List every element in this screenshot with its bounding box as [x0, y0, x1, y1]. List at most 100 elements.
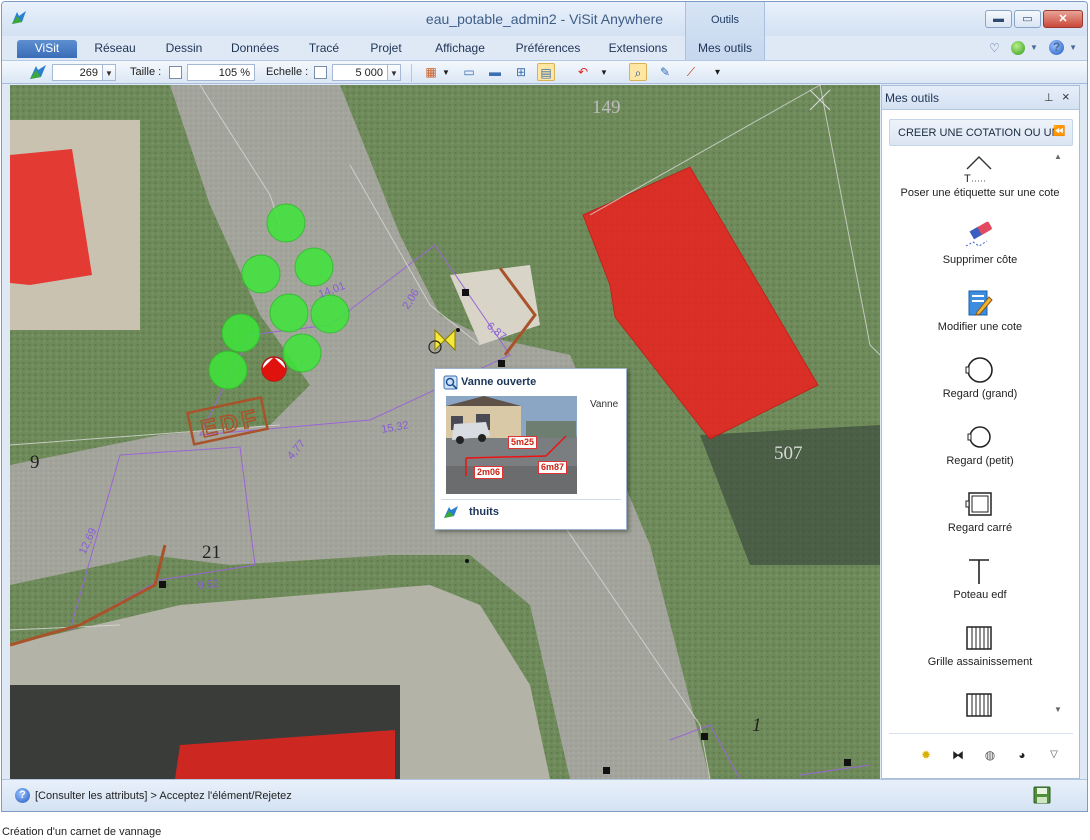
close-button[interactable]: ✕	[1043, 10, 1083, 28]
settings-gear-icon[interactable]: ✹	[917, 746, 935, 764]
tool-regard-carre[interactable]: Regard carré	[882, 484, 1066, 551]
pin-icon[interactable]: ⊥	[1044, 91, 1054, 104]
tool-regard-grand[interactable]: Regard (grand)	[882, 350, 1066, 417]
query-info-icon[interactable]: ⌕	[629, 63, 647, 81]
map-layers-icon[interactable]: ▦	[422, 63, 440, 81]
eraser-icon	[965, 221, 992, 247]
panel-title: Mes outils	[885, 91, 940, 105]
save-icon[interactable]	[1033, 786, 1051, 804]
scroll-down-icon[interactable]: ▼	[1054, 705, 1062, 714]
chevron-down-icon[interactable]: ▼	[1069, 43, 1077, 52]
globe-icon[interactable]: ◍	[981, 746, 999, 764]
tab-trace[interactable]: Tracé	[302, 40, 346, 58]
echelle-value-field[interactable]: 5 000	[332, 64, 388, 81]
drain-grid-icon	[966, 693, 992, 717]
bowtie-icon[interactable]: ⧓	[949, 746, 967, 764]
parcel-number: 507	[774, 443, 803, 464]
ribbon-right-icons: ♡ ▼ ? ▼	[981, 40, 1077, 58]
echelle-dropdown-arrow[interactable]: ▼	[388, 64, 401, 81]
photo-dimension-label: 2m06	[474, 466, 504, 479]
tool-grille-assainissement[interactable]: Grille assainissement	[882, 618, 1066, 685]
layer-dropdown-arrow[interactable]: ▼	[103, 64, 116, 81]
tab-preferences[interactable]: Préférences	[508, 40, 588, 58]
tool-label: Grille assainissement	[927, 656, 1033, 668]
tab-dessin[interactable]: Dessin	[159, 40, 209, 58]
minimize-ribbon-icon[interactable]: ♡	[989, 41, 1000, 55]
popup-type-label: Vanne	[590, 399, 619, 410]
tab-affichage[interactable]: Affichage	[428, 40, 492, 58]
tool-label: Regard (grand)	[942, 388, 1018, 400]
map-view-icon[interactable]: ▤	[537, 63, 555, 81]
tab-projet[interactable]: Projet	[362, 40, 410, 58]
valve-photo[interactable]: 5m25 2m06 6m87	[446, 396, 577, 494]
tree	[310, 294, 350, 334]
ribbon-tab-bar: ViSit Réseau Dessin Données Tracé Projet…	[2, 36, 1087, 60]
collapse-icon[interactable]: ⏪	[1053, 126, 1065, 137]
tab-donnees[interactable]: Données	[224, 40, 286, 58]
feature-popup[interactable]: Vanne ouverte Vanne 5m25 2m06 6m87 thuit…	[434, 368, 627, 530]
layer-value-field[interactable]: 269	[52, 64, 103, 81]
parcel-number: 149	[592, 97, 621, 118]
chevron-down-icon[interactable]: ▼	[600, 64, 608, 81]
mes-outils-panel: Mes outils ⊥ × CREER UNE COTATION OU UN …	[881, 85, 1080, 779]
tab-extensions[interactable]: Extensions	[603, 40, 673, 58]
echelle-checkbox[interactable]	[314, 66, 327, 79]
minimize-button[interactable]: ▬	[985, 10, 1012, 28]
edit-attributes-icon[interactable]: ✎	[656, 63, 674, 81]
measure-line-icon[interactable]: ⟋	[682, 63, 700, 81]
maximize-button[interactable]: ▭	[1014, 10, 1041, 28]
taille-value-field[interactable]: 105 %	[187, 64, 255, 81]
tree	[294, 247, 334, 287]
hydrant-icon[interactable]	[261, 356, 287, 382]
panel-header: Mes outils ⊥ ×	[882, 86, 1079, 110]
map-canvas[interactable]: EDF 2,06 6,87 14,01 15,32 4,77 12,69 9,5…	[10, 85, 880, 779]
panel-close-icon[interactable]: ×	[1062, 89, 1070, 104]
title-bar: eau_potable_admin2 - ViSit Anywhere ▬ ▭ …	[2, 2, 1087, 36]
layer-icon[interactable]	[28, 63, 48, 81]
tool-label: Supprimer côte	[942, 254, 1018, 266]
tree	[269, 293, 309, 333]
app-name: - ViSit Anywhere	[556, 11, 664, 27]
tool-modifier-cote[interactable]: Modifier une cote	[882, 283, 1066, 350]
toolbar-more-icon[interactable]: ▾	[715, 64, 720, 81]
help-icon[interactable]: ?	[1049, 40, 1065, 55]
edit-document-icon	[968, 290, 993, 316]
tree	[208, 350, 248, 390]
tool-poser-etiquette[interactable]: T Poser une étiquette sur une cote	[882, 149, 1066, 216]
tab-mes-outils[interactable]: Mes outils	[690, 40, 760, 58]
window-plus-icon[interactable]: ⊞	[512, 63, 530, 81]
photo-dimension-label: 6m87	[538, 461, 568, 474]
chevron-down-icon[interactable]: ▼	[1030, 43, 1038, 52]
tree	[221, 313, 261, 353]
tool-regard-petit[interactable]: Regard (petit)	[882, 417, 1066, 484]
tab-visit[interactable]: ViSit	[17, 40, 77, 58]
minimize-icon: ▬	[993, 13, 1004, 25]
pin-marker-icon[interactable]: ◕	[1013, 746, 1031, 764]
photo-dimension-label: 5m25	[508, 436, 538, 449]
panel-chevron-down-icon[interactable]: ▽	[1045, 746, 1063, 764]
echelle-label: Echelle :	[266, 66, 309, 78]
tool-label: Poser une étiquette sur une cote	[900, 187, 1060, 199]
window-minus-icon[interactable]: ▬	[486, 63, 504, 81]
connection-status-icon[interactable]	[1010, 40, 1025, 55]
toolbar-separator	[411, 64, 412, 82]
window-normal-icon[interactable]: ▭	[460, 63, 478, 81]
svg-text:T: T	[964, 173, 971, 185]
tree	[241, 254, 281, 294]
manhole-small-icon	[967, 426, 991, 448]
tool-group-header[interactable]: CREER UNE COTATION OU UN ⏪	[889, 119, 1073, 146]
chevron-down-icon[interactable]: ▼	[442, 64, 450, 81]
taille-checkbox[interactable]	[169, 66, 182, 79]
maximize-icon: ▭	[1022, 13, 1033, 25]
undo-icon[interactable]: ↶	[574, 63, 592, 81]
popup-footer-label[interactable]: thuits	[469, 506, 499, 518]
tool-poteau-edf[interactable]: Poteau edf	[882, 551, 1066, 618]
status-help-icon[interactable]: ?	[15, 788, 30, 803]
tool-label: Regard (petit)	[946, 455, 1014, 467]
tab-reseau[interactable]: Réseau	[88, 40, 142, 58]
status-message: [Consulter les attributs] > Acceptez l'é…	[35, 790, 292, 802]
drain-grid-icon	[966, 626, 992, 650]
context-tab-group-label: Outils	[710, 14, 740, 26]
tool-grille-assainissement-2[interactable]	[882, 685, 1066, 726]
tool-supprimer-cote[interactable]: Supprimer côte	[882, 216, 1066, 283]
